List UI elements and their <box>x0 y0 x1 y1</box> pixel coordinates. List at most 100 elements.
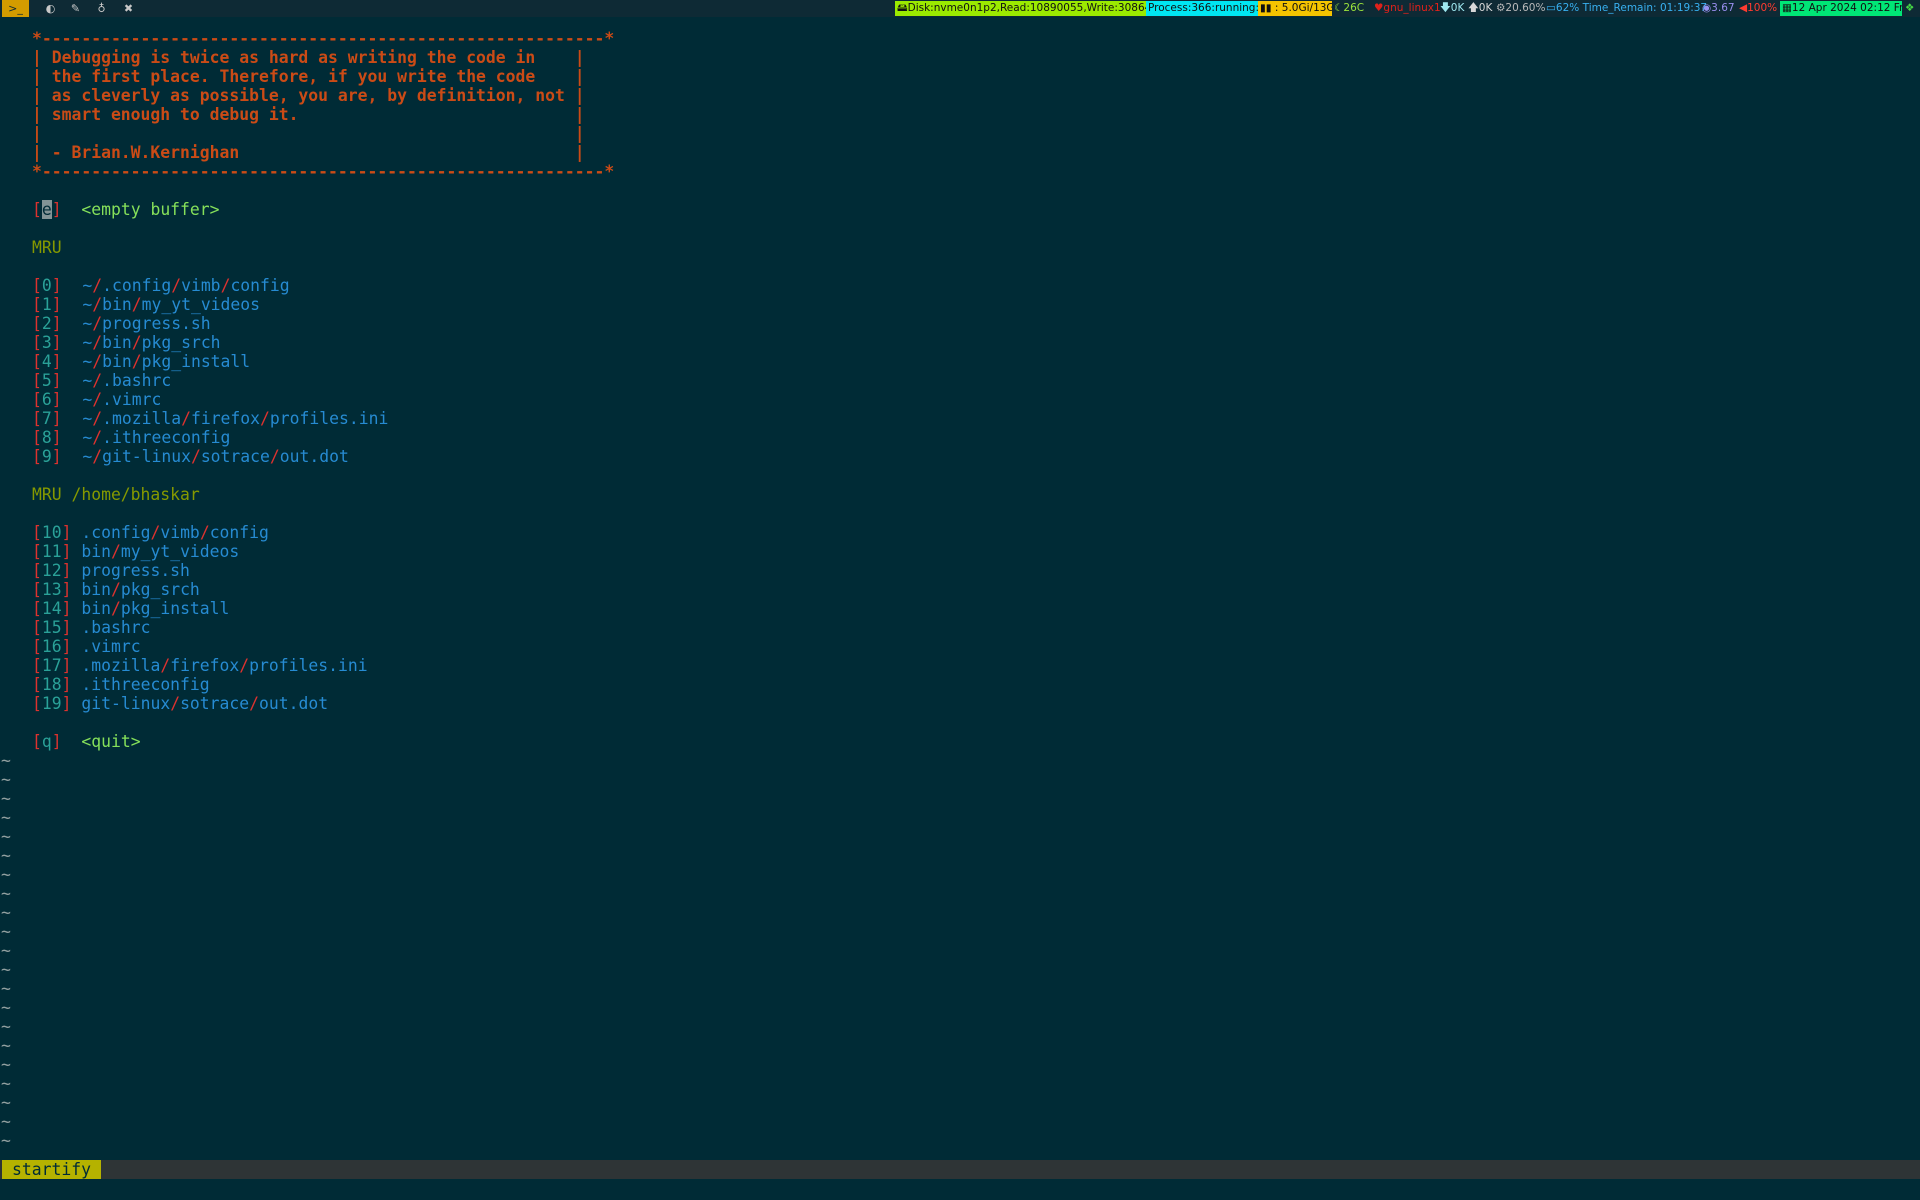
path-separator: / <box>92 409 103 428</box>
mru-entry[interactable]: [3] ~/bin/pkg_srch <box>0 333 1920 352</box>
home-tilde: ~ <box>82 428 93 447</box>
load-text: 3.67 <box>1711 2 1735 14</box>
path-segment: my_yt_videos <box>141 295 261 314</box>
workspace-button-5[interactable]: ✖ <box>115 0 142 17</box>
mru-entry[interactable]: [7] ~/.mozilla/firefox/profiles.ini <box>0 409 1920 428</box>
entry-bracket-close: ] <box>51 314 62 333</box>
home-tilde: ~ <box>82 276 93 295</box>
mru-entry[interactable]: [8] ~/.ithreeconfig <box>0 428 1920 447</box>
tray-icon[interactable]: ❖ <box>1903 1 1916 16</box>
entry-bracket-open: [ <box>32 371 42 390</box>
entry-bracket-close: ] <box>51 390 62 409</box>
memory-widget: ▮▮ : 5.0Gi/13Gi <box>1258 1 1332 16</box>
end-of-buffer-tilde: ~ <box>1 1131 11 1150</box>
workspace-button-4[interactable]: ♁ <box>88 0 115 17</box>
mru-entry[interactable]: [9] ~/git-linux/sotrace/out.dot <box>0 447 1920 466</box>
entry-bracket-open: [ <box>32 694 42 713</box>
entry-bracket-open: [ <box>32 656 42 675</box>
mru-entry[interactable]: [19] git-linux/sotrace/out.dot <box>0 694 1920 713</box>
entry-bracket-close: ] <box>61 675 72 694</box>
entry-bracket-close: ] <box>61 542 72 561</box>
moon-icon: ☾ <box>1334 2 1344 14</box>
path-segment: firefox <box>190 409 261 428</box>
mru-entry[interactable]: [4] ~/bin/pkg_install <box>0 352 1920 371</box>
cursor: e <box>41 200 52 219</box>
temperature-widget: ☾26C <box>1332 1 1366 16</box>
entry-key: 18 <box>41 675 62 694</box>
empty-buffer-entry[interactable]: [e] <empty buffer> <box>0 200 1920 219</box>
workspace-button-1[interactable]: >_ <box>2 0 29 17</box>
mru-entry[interactable]: [15] .bashrc <box>0 618 1920 637</box>
entry-bracket-open: [ <box>32 618 42 637</box>
entry-bracket-close: ] <box>51 295 62 314</box>
path-separator: / <box>131 295 142 314</box>
mru-entry[interactable]: [13] bin/pkg_srch <box>0 580 1920 599</box>
load-widget: ◉3.67 <box>1700 1 1737 16</box>
quit-entry[interactable]: [q] <quit> <box>0 732 1920 751</box>
entry-bracket-open: [ <box>32 295 42 314</box>
disk-io-widget: 🖴Disk:nvme0n1p2,Read:10890055,Write:3086… <box>895 1 1174 16</box>
entry-key: 3 <box>41 333 52 352</box>
gear-icon: ⚙ <box>1496 2 1506 14</box>
path-segment: bin <box>81 599 111 618</box>
mru-entry[interactable]: [12] progress.sh <box>0 561 1920 580</box>
path-separator: / <box>92 352 103 371</box>
entry-bracket-close: ] <box>61 637 72 656</box>
mru-entry[interactable]: [11] bin/my_yt_videos <box>0 542 1920 561</box>
home-tilde: ~ <box>82 371 93 390</box>
entry-key: 11 <box>41 542 62 561</box>
mru-entry[interactable]: [2] ~/progress.sh <box>0 314 1920 333</box>
end-of-buffer-tilde: ~ <box>1 827 11 846</box>
mru-entry[interactable]: [6] ~/.vimrc <box>0 390 1920 409</box>
mru-entry[interactable]: [17] .mozilla/firefox/profiles.ini <box>0 656 1920 675</box>
entry-key: 13 <box>41 580 62 599</box>
mru-entry[interactable]: [18] .ithreeconfig <box>0 675 1920 694</box>
workspace-button-3[interactable]: ✎ <box>62 0 89 17</box>
mru-entry[interactable]: [10] .config/vimb/config <box>0 523 1920 542</box>
path-separator: / <box>92 371 103 390</box>
path-segment: vimb <box>160 523 200 542</box>
entry-bracket-close: ] <box>61 694 72 713</box>
entry-bracket-close: ] <box>51 276 62 295</box>
quote-border-top: *---------------------------------------… <box>32 29 615 48</box>
entry-key: 6 <box>41 390 52 409</box>
mru-entry[interactable]: [14] bin/pkg_install <box>0 599 1920 618</box>
entry-bracket-open: [ <box>32 314 42 333</box>
path-segment: sotrace <box>200 447 270 466</box>
end-of-buffer-tilde: ~ <box>1 1055 11 1074</box>
end-of-buffer-tilde: ~ <box>1 979 11 998</box>
mru-entry[interactable]: [5] ~/.bashrc <box>0 371 1920 390</box>
end-of-buffer-tilde: ~ <box>1 1093 11 1112</box>
path-segment: progress.sh <box>102 314 211 333</box>
mru-entry[interactable]: [1] ~/bin/my_yt_videos <box>0 295 1920 314</box>
home-tilde: ~ <box>82 352 93 371</box>
workspace-button-2[interactable]: ◐ <box>37 0 64 17</box>
mru-entry[interactable]: [16] .vimrc <box>0 637 1920 656</box>
path-separator: / <box>110 542 121 561</box>
memory-icon: ▮▮ <box>1260 2 1272 14</box>
disk-io-text: Disk:nvme0n1p2,Read:10890055,Write:30864… <box>907 2 1172 14</box>
mru-entry[interactable]: [0] ~/.config/vimb/config <box>0 276 1920 295</box>
speaker-icon: ◀ <box>1739 2 1748 14</box>
path-separator: / <box>92 333 103 352</box>
wifi-icon: ♥ <box>1374 2 1384 14</box>
entry-bracket-close: ] <box>51 447 62 466</box>
entry-bracket-close: ] <box>61 599 72 618</box>
path-separator: / <box>92 447 103 466</box>
statusline: startify <box>0 1160 1920 1179</box>
cpu-text: 20.60% <box>1505 2 1546 14</box>
home-tilde: ~ <box>82 409 93 428</box>
path-segment: firefox <box>170 656 240 675</box>
end-of-buffer-tilde: ~ <box>1 1074 11 1093</box>
end-of-buffer-tilde: ~ <box>1 998 11 1017</box>
battery-icon: ▭ <box>1546 2 1556 14</box>
path-segment: .bashrc <box>81 618 151 637</box>
end-of-buffer-tilde: ~ <box>1 751 11 770</box>
entry-bracket-open: [ <box>32 599 42 618</box>
temperature-text: 26C <box>1343 2 1365 14</box>
entry-key: 15 <box>41 618 62 637</box>
path-segment: sotrace <box>180 694 250 713</box>
